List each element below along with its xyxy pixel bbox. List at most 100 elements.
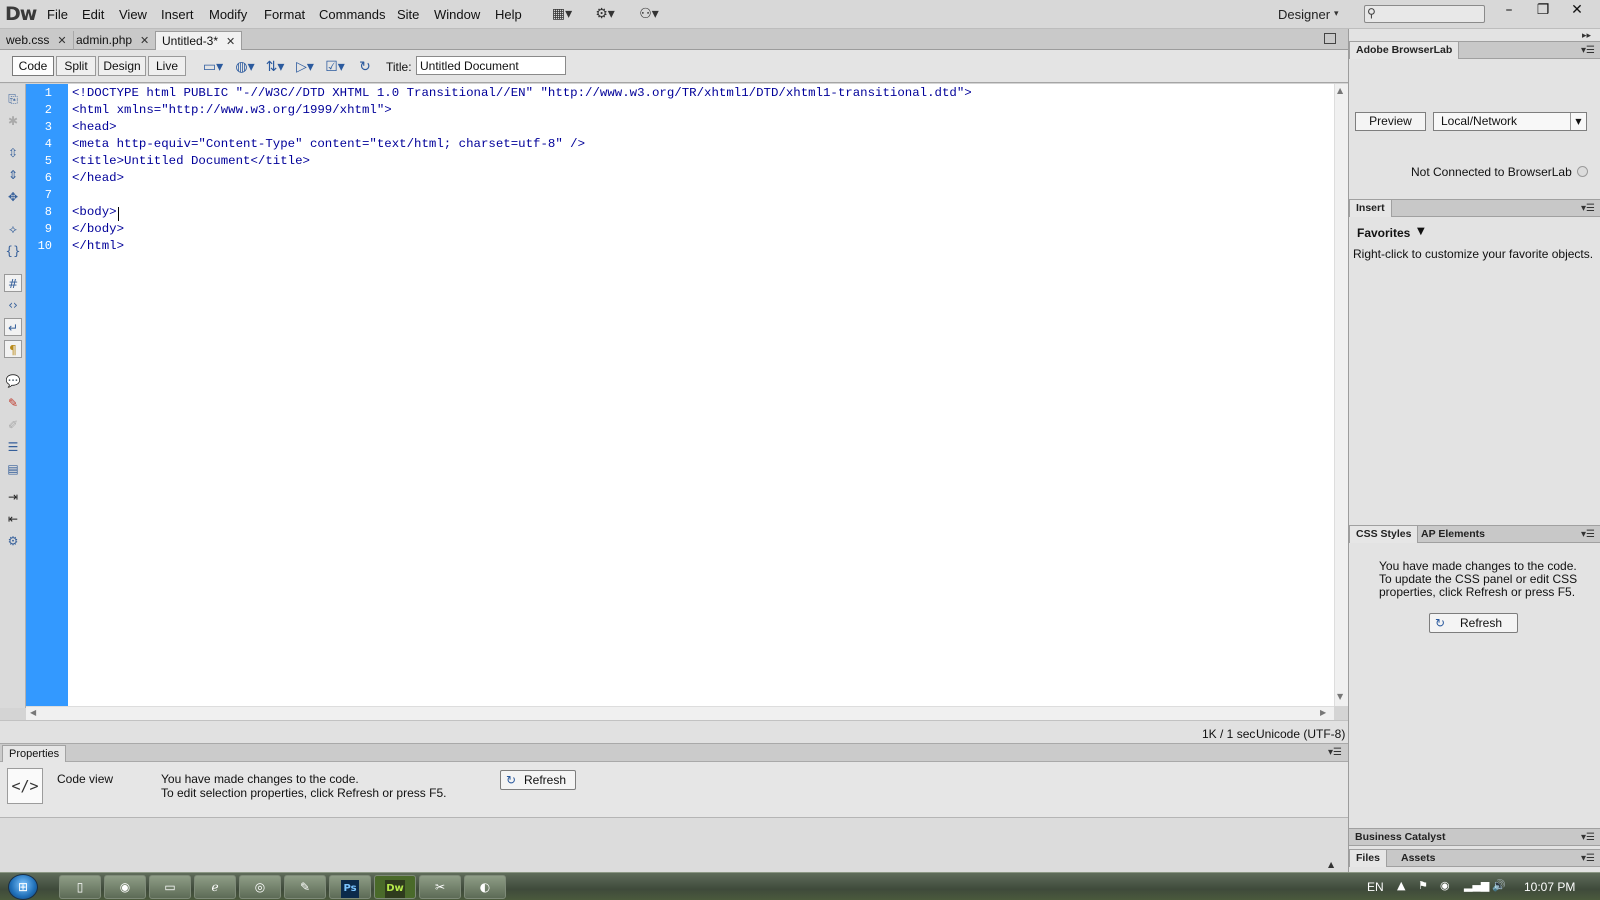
scroll-up-icon[interactable]: ▲	[1337, 86, 1343, 95]
chevron-down-icon[interactable]: ▼	[1417, 226, 1425, 237]
tab-css-styles[interactable]: CSS Styles	[1349, 526, 1419, 543]
outdent-code-icon[interactable]: ⇤	[4, 510, 22, 528]
design-view-button[interactable]: Design	[98, 56, 146, 76]
layout-icon[interactable]: ▦▾	[549, 6, 575, 23]
minimize-button[interactable]: –	[1492, 0, 1526, 20]
panel-options-icon[interactable]: ▾☰	[1328, 747, 1342, 758]
code-line[interactable]: <title>Untitled Document</title>	[72, 154, 310, 168]
dreamweaver-app-button[interactable]: Dw	[374, 875, 416, 899]
line-numbers-icon[interactable]: #	[4, 274, 22, 292]
panel-options-icon[interactable]: ▾☰	[1581, 832, 1595, 843]
wrap-tag-icon[interactable]: ✐	[4, 416, 22, 434]
menu-site[interactable]: Site	[397, 7, 419, 22]
menu-commands[interactable]: Commands	[319, 7, 385, 22]
code-line[interactable]: <html xmlns="http://www.w3.org/1999/xhtm…	[72, 103, 392, 117]
tab-admin-php[interactable]: admin.php ✕	[70, 31, 157, 50]
photoshop-app-button[interactable]: Ps	[329, 875, 371, 899]
browser-preview-icon[interactable]: ◍▾	[234, 58, 256, 76]
live-view-button[interactable]: Live	[148, 56, 186, 76]
horizontal-scrollbar[interactable]: ◀ ▶	[26, 706, 1334, 720]
browserlab-source-select[interactable]: Local/Network ▼	[1433, 112, 1587, 131]
file-management-icon[interactable]: ⇅▾	[264, 58, 286, 76]
code-line[interactable]: <meta http-equiv="Content-Type" content=…	[72, 137, 585, 151]
scroll-left-icon[interactable]: ◀	[30, 708, 36, 717]
indent-code-icon[interactable]: ⇥	[4, 488, 22, 506]
show-hidden-icons-icon[interactable]: ▲	[1397, 879, 1405, 892]
code-line[interactable]: <body>	[72, 205, 117, 219]
collapse-panel-icon[interactable]: ▲	[1328, 860, 1334, 869]
show-code-navigator-icon[interactable]: ✱	[4, 112, 22, 130]
panel-options-icon[interactable]: ▾☰	[1581, 45, 1595, 56]
language-indicator[interactable]: EN	[1367, 880, 1384, 894]
media-app-button[interactable]: ◐	[464, 875, 506, 899]
menu-window[interactable]: Window	[434, 7, 480, 22]
insert-category-select[interactable]: Favorites	[1357, 226, 1410, 240]
restore-document-icon[interactable]	[1324, 33, 1336, 44]
menu-insert[interactable]: Insert	[161, 7, 194, 22]
chevron-down-icon[interactable]: ▼	[1570, 113, 1586, 130]
explorer-app-button[interactable]: ▭	[149, 875, 191, 899]
volume-icon[interactable]: 🔊	[1492, 879, 1506, 892]
properties-refresh-button[interactable]: ↻ Refresh	[500, 770, 576, 790]
syntax-coloring-icon[interactable]: ¶	[4, 340, 22, 358]
tab-ap-elements[interactable]: AP Elements	[1415, 526, 1491, 543]
panel-options-icon[interactable]: ▾☰	[1581, 529, 1595, 540]
panel-options-icon[interactable]: ▾☰	[1581, 203, 1595, 214]
restore-button[interactable]: ❐	[1526, 0, 1560, 20]
site-icon[interactable]: ⚇▾	[636, 6, 662, 23]
expand-all-icon[interactable]: ✥	[4, 188, 22, 206]
chrome-app-button[interactable]: ◎	[239, 875, 281, 899]
close-icon[interactable]: ✕	[57, 35, 66, 47]
action-center-icon[interactable]: ⚑	[1418, 879, 1428, 892]
tab-properties[interactable]: Properties	[2, 745, 67, 762]
tab-untitled-3[interactable]: Untitled-3* ✕	[155, 31, 243, 50]
menu-view[interactable]: View	[119, 7, 147, 22]
close-button[interactable]: ✕	[1560, 0, 1594, 20]
app-tray-icon[interactable]: ◉	[1440, 879, 1450, 892]
chevron-down-icon[interactable]: ▾	[1334, 8, 1339, 19]
paint-app-button[interactable]: ✎	[284, 875, 326, 899]
highlight-invalid-code-icon[interactable]: ‹›	[4, 296, 22, 314]
close-icon[interactable]: ✕	[226, 36, 235, 48]
open-documents-icon[interactable]: ⎘	[4, 90, 22, 108]
tab-business-catalyst[interactable]: Business Catalyst	[1349, 829, 1451, 846]
code-view-button[interactable]: Code	[12, 56, 54, 76]
scroll-right-icon[interactable]: ▶	[1320, 708, 1326, 717]
tab-insert[interactable]: Insert	[1349, 200, 1392, 217]
code-line[interactable]: </html>	[72, 239, 124, 253]
folder-app-button[interactable]: ▯	[59, 875, 101, 899]
collapse-selection-icon[interactable]: ⇕	[4, 166, 22, 184]
network-icon[interactable]: ▂▄▆	[1464, 879, 1489, 892]
vertical-scrollbar[interactable]: ▲ ▼	[1334, 84, 1348, 706]
menu-modify[interactable]: Modify	[209, 7, 247, 22]
format-source-icon[interactable]: ⚙	[4, 532, 22, 550]
code-line[interactable]: <head>	[72, 120, 117, 134]
panel-options-icon[interactable]: ▾☰	[1581, 853, 1595, 864]
word-wrap-icon[interactable]: ↵	[4, 318, 22, 336]
move-css-icon[interactable]: ▤	[4, 460, 22, 478]
scroll-down-icon[interactable]: ▼	[1337, 692, 1343, 701]
refresh-icon[interactable]: ↻	[354, 58, 376, 76]
tab-assets[interactable]: Assets	[1395, 850, 1441, 867]
document-title-input[interactable]	[416, 56, 566, 75]
split-view-button[interactable]: Split	[56, 56, 96, 76]
close-icon[interactable]: ✕	[140, 35, 149, 47]
multiscreen-icon[interactable]: ▭▾	[202, 58, 224, 76]
code-line[interactable]: </body>	[72, 222, 124, 236]
recent-snippets-icon[interactable]: ☰	[4, 438, 22, 456]
tab-adobe-browserlab[interactable]: Adobe BrowserLab	[1349, 42, 1460, 59]
tab-files[interactable]: Files	[1349, 850, 1387, 867]
menu-format[interactable]: Format	[264, 7, 305, 22]
expand-panels-icon[interactable]: ▸▸	[1582, 31, 1591, 41]
balance-braces-icon[interactable]: {}	[4, 242, 22, 260]
start-button[interactable]: ⊞	[8, 874, 38, 900]
ie-app-button[interactable]: ℯ	[194, 875, 236, 899]
help-search-input[interactable]: ⚲	[1364, 5, 1485, 23]
encoding-indicator[interactable]: Unicode (UTF-8)	[1256, 727, 1345, 741]
clock[interactable]: 10:07 PM	[1524, 880, 1575, 894]
check-browser-icon[interactable]: ☑▾	[324, 58, 346, 76]
remove-comment-icon[interactable]: ✎	[4, 394, 22, 412]
snip-app-button[interactable]: ✂	[419, 875, 461, 899]
menu-help[interactable]: Help	[495, 7, 522, 22]
code-line[interactable]: <!DOCTYPE html PUBLIC "-//W3C//DTD XHTML…	[72, 86, 972, 100]
